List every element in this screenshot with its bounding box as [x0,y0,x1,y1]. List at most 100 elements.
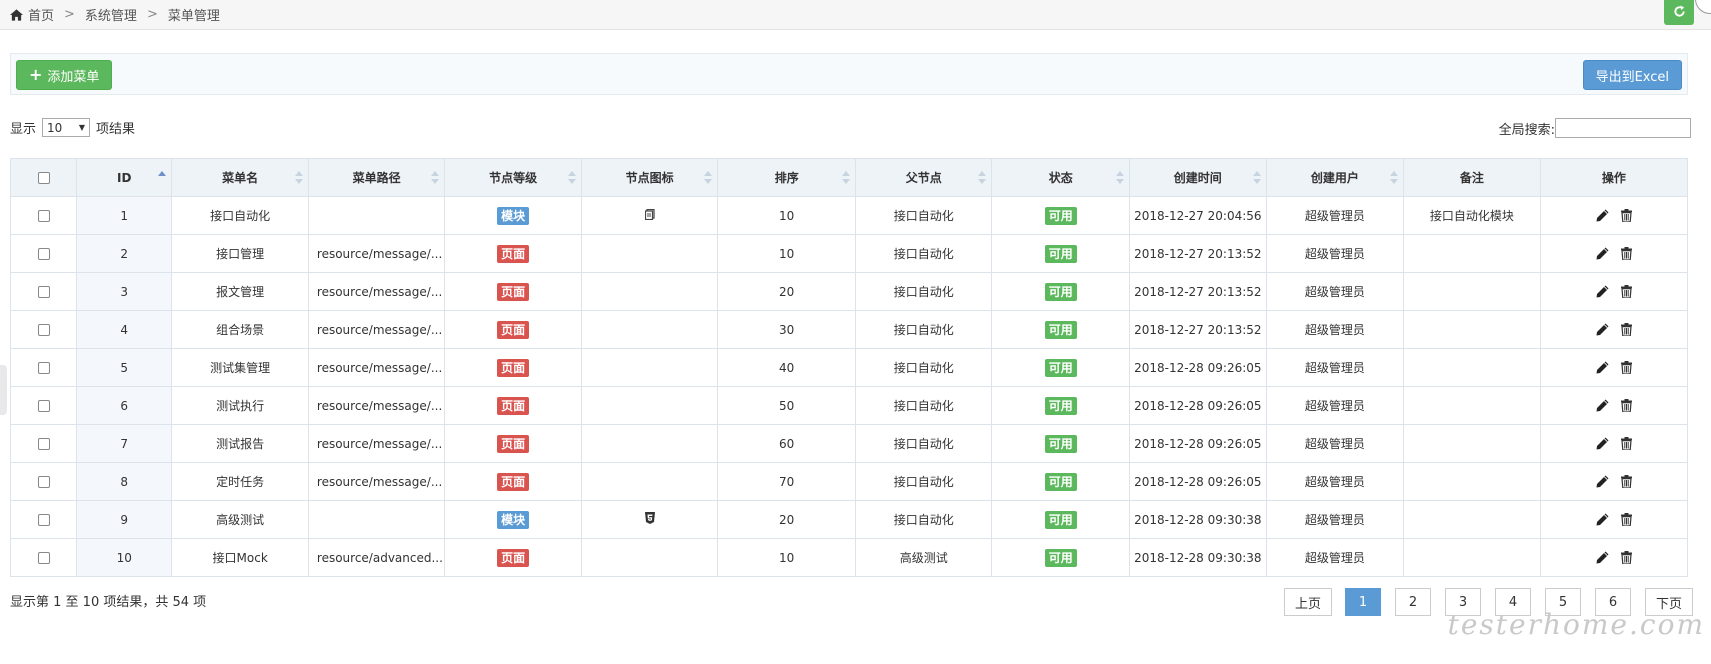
cell-path: resource/message/... [307,424,446,463]
table-row[interactable]: 6 测试执行 resource/message/... 页面 50 接口自动化 可用 2018… [9,386,1689,425]
column-header-icon[interactable]: 节点图标 [580,158,719,197]
delete-icon[interactable] [1620,399,1632,412]
page-button[interactable]: 1 [1344,588,1381,616]
cell-name: 定时任务 [171,462,309,501]
column-header-actions: 操作 [1539,158,1689,197]
cell-created: 2018-12-27 20:13:52 [1129,272,1267,311]
row-checkbox[interactable] [37,248,50,260]
row-checkbox[interactable] [37,552,50,564]
row-select-cell[interactable] [9,272,78,311]
edit-icon[interactable] [1596,285,1609,298]
cell-id: 4 [76,310,173,349]
row-select-cell[interactable] [9,538,78,577]
level-badge: 页面 [497,358,530,377]
cell-actions [1539,500,1689,539]
select-all-header[interactable] [9,158,78,197]
cell-note [1403,538,1541,577]
row-checkbox[interactable] [37,476,50,488]
edit-icon[interactable] [1596,209,1609,222]
row-checkbox[interactable] [37,514,50,526]
sidebar-toggle-handle[interactable] [0,365,7,415]
search-input[interactable] [1555,118,1691,138]
cell-parent: 接口自动化 [854,234,993,273]
delete-icon[interactable] [1620,247,1632,260]
delete-icon[interactable] [1620,513,1632,526]
status-badge: 可用 [1044,396,1077,415]
delete-icon[interactable] [1620,323,1632,336]
edit-icon[interactable] [1596,513,1609,526]
cell-parent: 接口自动化 [854,196,993,235]
delete-icon[interactable] [1620,551,1632,564]
breadcrumb-separator: > [64,7,75,22]
row-checkbox[interactable] [37,286,50,298]
table-row[interactable]: 4 组合场景 resource/message/... 页面 30 接口自动化 可用 2018… [9,310,1689,349]
row-checkbox[interactable] [37,362,50,374]
row-select-cell[interactable] [9,234,78,273]
watermark: testerhome.com [1447,608,1705,641]
breadcrumb-level1[interactable]: 系统管理 [85,5,137,24]
table-row[interactable]: 10 接口Mock resource/advanced... 页面 10 高级测试 可用 20… [9,538,1689,577]
cell-created: 2018-12-28 09:30:38 [1129,538,1267,577]
cell-parent: 接口自动化 [854,310,993,349]
status-badge: 可用 [1044,206,1077,225]
table-row[interactable]: 7 测试报告 resource/message/... 页面 60 接口自动化 可用 2018… [9,424,1689,463]
add-menu-button[interactable]: + 添加菜单 [16,60,113,90]
refresh-button[interactable] [1664,0,1694,25]
row-checkbox[interactable] [37,400,50,412]
cell-created: 2018-12-27 20:04:56 [1129,196,1267,235]
table-row[interactable]: 3 报文管理 resource/message/... 页面 20 接口自动化 可用 2018… [9,272,1689,311]
row-checkbox[interactable] [37,210,50,222]
sort-icon [841,171,850,185]
table-row[interactable]: 1 接口自动化 模块 10 接口自动化 可用 2018-12-27 20:04:56 超级管理… [9,196,1689,235]
export-excel-button[interactable]: 导出到Excel [1582,60,1682,90]
edit-icon[interactable] [1596,323,1609,336]
cell-status: 可用 [991,272,1131,311]
edit-icon[interactable] [1596,437,1609,450]
row-select-cell[interactable] [9,196,78,235]
cell-name: 测试集管理 [171,348,309,387]
column-header-path[interactable]: 菜单路径 [307,158,446,197]
edit-icon[interactable] [1596,399,1609,412]
row-checkbox[interactable] [37,438,50,450]
edit-icon[interactable] [1596,247,1609,260]
delete-icon[interactable] [1620,475,1632,488]
page-button[interactable]: 2 [1394,588,1431,616]
column-header-name[interactable]: 菜单名 [171,158,309,197]
home-icon[interactable] [10,8,23,21]
row-select-cell[interactable] [9,500,78,539]
column-header-order[interactable]: 排序 [717,158,856,197]
sort-icon [567,171,576,185]
row-checkbox[interactable] [37,324,50,336]
row-select-cell[interactable] [9,348,78,387]
breadcrumb-home[interactable]: 首页 [28,5,54,24]
edit-icon[interactable] [1596,361,1609,374]
edit-icon[interactable] [1596,551,1609,564]
table-row[interactable]: 5 测试集管理 resource/message/... 页面 40 接口自动化 可用 201… [9,348,1689,387]
global-search: 全局搜索: [1499,118,1691,138]
prev-page-button[interactable]: 上页 [1283,588,1332,616]
delete-icon[interactable] [1620,209,1632,222]
cell-icon [580,424,719,463]
edit-icon[interactable] [1596,475,1609,488]
select-all-checkbox[interactable] [37,172,50,184]
column-header-created[interactable]: 创建时间 [1129,158,1267,197]
row-select-cell[interactable] [9,462,78,501]
delete-icon[interactable] [1620,285,1632,298]
page-length-select[interactable]: 10 ▼ [42,118,91,137]
column-header-status[interactable]: 状态 [991,158,1131,197]
row-select-cell[interactable] [9,386,78,425]
row-select-cell[interactable] [9,310,78,349]
delete-icon[interactable] [1620,437,1632,450]
column-header-id[interactable]: ID [76,158,173,197]
table-row[interactable]: 8 定时任务 resource/message/... 页面 70 接口自动化 可用 2018… [9,462,1689,501]
cell-level: 页面 [444,272,582,311]
table-row[interactable]: 9 高级测试 模块 20 接口自动化 可用 2018-12-28 09:30:38 超级管理员 [9,500,1689,539]
row-select-cell[interactable] [9,424,78,463]
column-header-level[interactable]: 节点等级 [444,158,582,197]
column-header-parent[interactable]: 父节点 [854,158,993,197]
cell-order: 10 [717,538,856,577]
delete-icon[interactable] [1620,361,1632,374]
column-header-user[interactable]: 创建用户 [1265,158,1405,197]
table-row[interactable]: 2 接口管理 resource/message/... 页面 10 接口自动化 可用 2018… [9,234,1689,273]
breadcrumb-level2: 菜单管理 [167,9,220,24]
